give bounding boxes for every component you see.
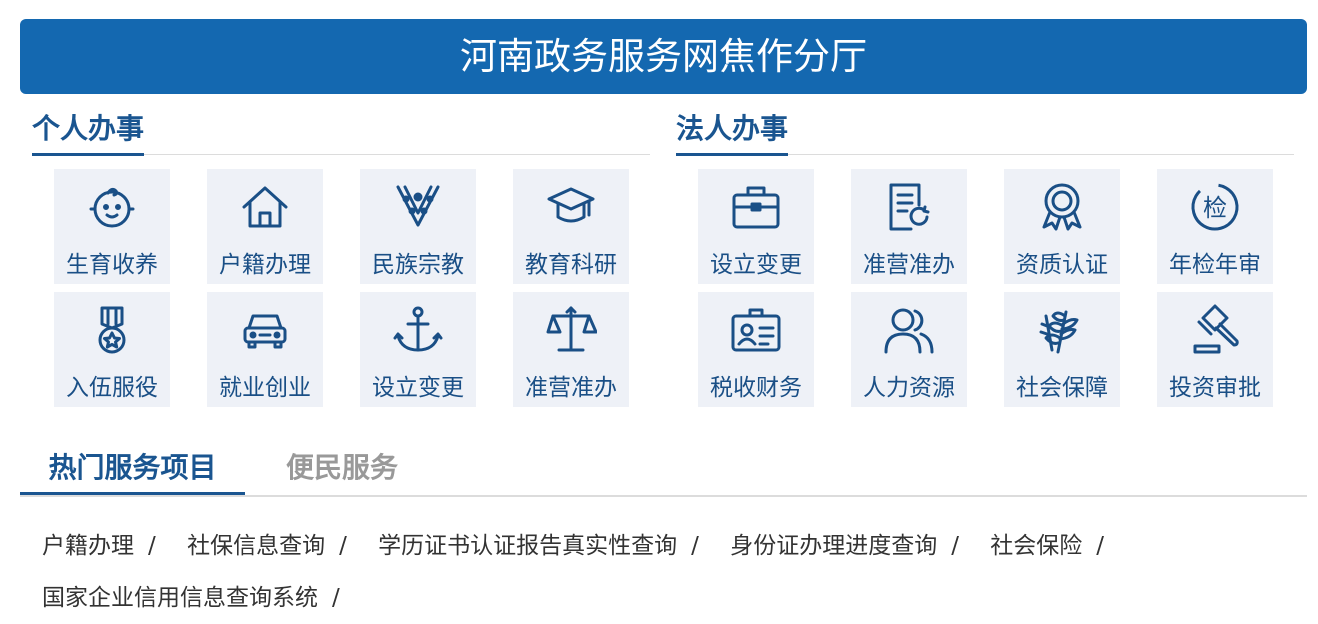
service-link-enterprise-credit[interactable]: 国家企业信用信息查询系统 xyxy=(42,572,318,624)
tab-convenience-services[interactable]: 便民服务 xyxy=(286,448,398,488)
tile-label: 准营准办 xyxy=(863,252,955,278)
hot-services-list: 户籍办理 / 社保信息查询 / 学历证书认证报告真实性查询 / 身份证办理进度查询 / … xyxy=(42,520,1302,624)
tile-label: 设立变更 xyxy=(372,375,464,401)
id-card-icon xyxy=(730,304,782,356)
personal-service-grid: 生育收养 户籍办理 民族宗教 教育科研 入伍服役 就业创业 设立变更 准营准办 xyxy=(54,169,629,407)
separator: / xyxy=(1096,533,1104,559)
separator: / xyxy=(691,533,699,559)
legal-affairs-section: 法人办事 设立变更 准营准办 资质认证 检 年检年审 税收财务 人力资源 社会保… xyxy=(676,104,1294,407)
tile-label: 税收财务 xyxy=(710,375,802,401)
scales-icon xyxy=(545,304,598,356)
people-icon xyxy=(883,304,935,356)
tile-ethnicity-religion[interactable]: 民族宗教 xyxy=(360,169,476,284)
legal-service-grid: 设立变更 准营准办 资质认证 检 年检年审 税收财务 人力资源 社会保障 投资审… xyxy=(698,169,1273,407)
personal-affairs-section: 个人办事 生育收养 户籍办理 民族宗教 教育科研 入伍服役 就业创业 设立变更 … xyxy=(32,104,650,407)
house-icon xyxy=(239,181,291,233)
tile-annual-inspection[interactable]: 检 年检年审 xyxy=(1157,169,1273,284)
tile-label: 准营准办 xyxy=(525,375,617,401)
tile-social-security[interactable]: 社会保障 xyxy=(1004,292,1120,407)
anchor-icon xyxy=(392,304,444,356)
separator: / xyxy=(951,533,959,559)
tile-label: 年检年审 xyxy=(1169,252,1261,278)
baby-icon xyxy=(86,181,138,233)
tile-household-registration[interactable]: 户籍办理 xyxy=(207,169,323,284)
tile-label: 社会保障 xyxy=(1016,375,1108,401)
tile-investment-approval[interactable]: 投资审批 xyxy=(1157,292,1273,407)
medal-icon xyxy=(86,304,138,356)
tile-label: 投资审批 xyxy=(1169,375,1261,401)
service-link-household[interactable]: 户籍办理 xyxy=(42,520,134,572)
service-link-diploma-verification[interactable]: 学历证书认证报告真实性查询 xyxy=(378,520,677,572)
separator: / xyxy=(332,585,340,611)
separator: / xyxy=(148,533,156,559)
legal-section-header: 法人办事 xyxy=(676,104,1294,156)
tile-employment-entrepreneurship[interactable]: 就业创业 xyxy=(207,292,323,407)
tile-label: 就业创业 xyxy=(219,375,311,401)
tile-education-research[interactable]: 教育科研 xyxy=(513,169,629,284)
tile-military-service[interactable]: 入伍服役 xyxy=(54,292,170,407)
wheat-icon xyxy=(1036,304,1088,356)
personal-section-header: 个人办事 xyxy=(32,104,650,156)
gavel-icon xyxy=(1189,304,1241,356)
separator: / xyxy=(339,533,347,559)
document-refresh-icon xyxy=(883,181,935,233)
tile-legal-establishment-change[interactable]: 设立变更 xyxy=(698,169,814,284)
tile-qualification-certification[interactable]: 资质认证 xyxy=(1004,169,1120,284)
tile-label: 入伍服役 xyxy=(66,375,158,401)
graduation-cap-icon xyxy=(545,181,597,233)
tab-hot-services[interactable]: 热门服务项目 xyxy=(20,448,245,495)
car-icon xyxy=(239,304,291,356)
personal-section-title[interactable]: 个人办事 xyxy=(32,107,145,156)
inspection-seal-icon: 检 xyxy=(1189,181,1241,233)
tile-human-resources[interactable]: 人力资源 xyxy=(851,292,967,407)
service-link-social-insurance[interactable]: 社会保险 xyxy=(990,520,1082,572)
site-title-banner: 河南政务服务网焦作分厅 xyxy=(20,19,1307,94)
tile-label: 户籍办理 xyxy=(219,252,311,278)
tile-legal-permit-operation[interactable]: 准营准办 xyxy=(851,169,967,284)
award-badge-icon xyxy=(1036,181,1088,233)
ethnic-collar-icon xyxy=(392,181,444,233)
tile-permit-operation[interactable]: 准营准办 xyxy=(513,292,629,407)
service-link-id-card-progress[interactable]: 身份证办理进度查询 xyxy=(730,520,937,572)
tile-tax-finance[interactable]: 税收财务 xyxy=(698,292,814,407)
legal-section-title[interactable]: 法人办事 xyxy=(676,107,789,156)
service-tabs: 热门服务项目 便民服务 xyxy=(20,440,1307,497)
service-link-social-insurance-query[interactable]: 社保信息查询 xyxy=(187,520,325,572)
tile-establishment-change[interactable]: 设立变更 xyxy=(360,292,476,407)
tile-label: 教育科研 xyxy=(525,252,617,278)
svg-text:检: 检 xyxy=(1203,194,1227,222)
tile-birth-adoption[interactable]: 生育收养 xyxy=(54,169,170,284)
tile-label: 人力资源 xyxy=(863,375,955,401)
tile-label: 资质认证 xyxy=(1016,252,1108,278)
tile-label: 生育收养 xyxy=(66,252,158,278)
tile-label: 民族宗教 xyxy=(372,252,464,278)
tile-label: 设立变更 xyxy=(710,252,802,278)
briefcase-icon xyxy=(730,181,782,233)
